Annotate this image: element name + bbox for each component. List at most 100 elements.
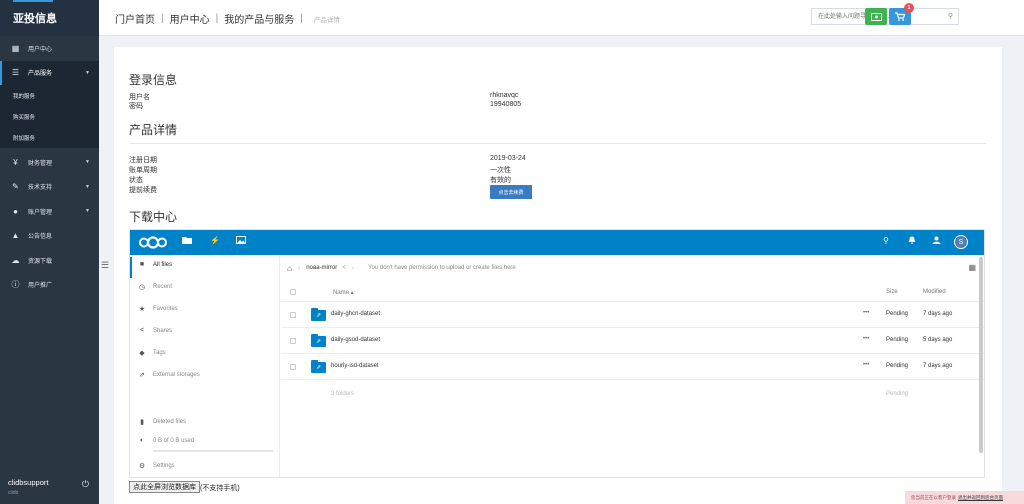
sidebar-toggle-icon[interactable]: ☰ [101, 260, 109, 271]
folder-icon: ■ [139, 261, 145, 268]
section-divider [129, 143, 986, 144]
sidebar-item-products[interactable]: ☰ 产品服务 ▼ [0, 60, 99, 85]
return-admin-link[interactable]: 退出并返回到后台页面 [958, 495, 1003, 501]
row-checkbox[interactable] [290, 364, 296, 370]
client-login-notice: 您当前正在以客户登录 退出并返回到后台页面 [905, 491, 1024, 504]
files-app-icon[interactable] [182, 236, 192, 246]
scrollbar[interactable] [979, 257, 983, 453]
file-list-header: Name ▴ Size Modified [281, 284, 984, 302]
submenu-item-addon-services[interactable]: 附加服务 [0, 127, 99, 148]
info-icon: ⓘ [11, 280, 20, 290]
column-name-header[interactable]: Name ▴ [333, 289, 354, 296]
gear-icon: ⚙ [138, 463, 146, 470]
sidebar-item-downloads[interactable]: ☁ 资源下载 [0, 248, 99, 273]
clock-icon: ◷ [138, 284, 146, 291]
notifications-bell-icon[interactable] [908, 236, 916, 246]
sidebar-item-label: 财务管理 [28, 160, 53, 167]
sidebar-item-label: 技术支持 [28, 185, 53, 192]
file-size: Pending [886, 363, 909, 369]
power-icon[interactable]: ⏻ [82, 479, 89, 490]
nav-label: Settings [153, 463, 175, 469]
nav-tags[interactable]: ◆ Tags [137, 349, 166, 357]
nav-all-files[interactable]: ■ All files [137, 261, 172, 268]
yen-icon: ¥ [13, 157, 18, 167]
breadcrumb-home[interactable]: 门户首页 [115, 11, 155, 26]
gallery-icon[interactable] [236, 236, 246, 246]
row-checkbox[interactable] [290, 312, 296, 318]
nextcloud-logo-icon[interactable] [138, 236, 168, 249]
column-size-header[interactable]: Size [886, 289, 898, 295]
more-actions-icon[interactable]: ••• [863, 310, 869, 316]
sidebar-item-label: 账户管理 [28, 209, 53, 216]
contacts-icon[interactable] [932, 236, 941, 246]
nav-label: Deleted files [153, 419, 187, 425]
user-avatar[interactable]: S [954, 235, 968, 249]
user-subtitle: clidb [8, 490, 19, 496]
search-icon[interactable]: ⚲ [883, 236, 889, 245]
nextcloud-frame: ⚡ ⚲ S ■ All files ◷ Recent ★ Favorites <… [129, 229, 985, 478]
home-icon[interactable]: ⌂ [287, 264, 292, 273]
nav-label: Tags [153, 350, 166, 356]
nav-external-storages[interactable]: ⇗ External storages [137, 371, 200, 379]
select-all-checkbox[interactable] [290, 289, 296, 295]
file-row[interactable]: ⇗ daily-gsod-dataset ••• Pending 5 days … [281, 328, 984, 354]
nav-shares[interactable]: < Shares [137, 327, 172, 334]
share-icon: < [139, 327, 145, 334]
quota-info: ◐ 0 B of 0 B used [137, 437, 194, 444]
sidebar-item-account[interactable]: ● 账户管理 ▼ [0, 199, 99, 224]
file-modified: 7 days ago [923, 363, 953, 369]
more-actions-icon[interactable]: ••• [863, 336, 869, 342]
caret-down-icon: ▼ [85, 183, 90, 190]
cart-badge: 1 [904, 3, 914, 13]
grid-icon: ▦ [11, 43, 20, 53]
file-name[interactable]: daily-gsod-dataset [331, 337, 380, 343]
breadcrumb-folder[interactable]: noaa-mirror [306, 265, 337, 271]
brand-logo[interactable]: 亚投信息 [0, 0, 99, 36]
nav-favorites[interactable]: ★ Favorites [137, 305, 178, 313]
sidebar-item-announcements[interactable]: ▲ 公告信息 [0, 224, 99, 249]
username: clidbsupport [8, 478, 49, 487]
nav-deleted-files[interactable]: ▮ Deleted files [137, 418, 186, 426]
file-row[interactable]: ⇗ hourly-isd-dataset ••• Pending 7 days … [281, 354, 984, 380]
sidebar-item-tech-support[interactable]: ✎ 技术支持 ▼ [0, 175, 99, 200]
file-row[interactable]: ⇗ daily-ghcn-dataset ••• Pending 7 days … [281, 302, 984, 328]
activity-icon[interactable]: ⚡ [210, 236, 220, 245]
sidebar-item-user-center[interactable]: ▦ 用户中心 [0, 36, 99, 61]
wallet-button[interactable] [865, 8, 887, 25]
fullscreen-database-button[interactable]: 点此全屏浏览数据库 [129, 481, 200, 493]
register-date-value: 2019-03-24 [490, 155, 526, 162]
renew-button[interactable]: 点击去续费 [490, 185, 532, 199]
bell-icon: ▲ [11, 231, 20, 241]
more-actions-icon[interactable]: ••• [863, 362, 869, 368]
quota-bar [153, 450, 273, 452]
breadcrumb-my-products[interactable]: 我的产品与服务 [224, 11, 294, 26]
nav-recent[interactable]: ◷ Recent [137, 283, 172, 291]
billing-cycle-label: 账单周期 [129, 167, 157, 174]
breadcrumb-user-center[interactable]: 用户中心 [170, 11, 210, 26]
grid-view-icon[interactable]: ▦ [968, 263, 976, 272]
user-icon: ● [13, 206, 18, 216]
nav-label: Favorites [153, 306, 178, 312]
row-checkbox[interactable] [290, 338, 296, 344]
sidebar-item-finance[interactable]: ¥ 财务管理 ▼ [0, 150, 99, 175]
search-icon[interactable]: ⚲ [948, 12, 953, 20]
share-icon[interactable]: < [342, 265, 346, 271]
sidebar-item-promotion[interactable]: ⓘ 用户推广 [0, 273, 99, 298]
billing-cycle-value: 一次性 [490, 167, 511, 174]
external-folder-icon: ⇗ [311, 360, 326, 373]
file-name[interactable]: daily-ghcn-dataset [331, 311, 380, 317]
wrench-icon: ✎ [12, 182, 19, 192]
column-modified-header[interactable]: Modified [923, 289, 946, 295]
caret-down-icon: ▼ [85, 208, 90, 215]
sidebar-item-label: 公告信息 [28, 234, 53, 241]
submenu-item-buy-services[interactable]: 购买服务 [0, 106, 99, 127]
breadcrumb: 门户首页 | 用户中心 | 我的产品与服务 | 产品详情 [115, 11, 340, 26]
nextcloud-sidebar: ■ All files ◷ Recent ★ Favorites < Share… [130, 255, 280, 477]
sidebar-item-label: 用户推广 [28, 283, 53, 290]
nav-settings[interactable]: ⚙ Settings [137, 462, 175, 470]
nav-label: Recent [153, 284, 173, 290]
submenu-item-my-services[interactable]: 我的服务 [0, 85, 99, 106]
breadcrumb-separator: | [215, 13, 219, 24]
products-submenu: 我的服务 购买服务 附加服务 [0, 85, 99, 148]
file-name[interactable]: hourly-isd-dataset [331, 363, 379, 369]
